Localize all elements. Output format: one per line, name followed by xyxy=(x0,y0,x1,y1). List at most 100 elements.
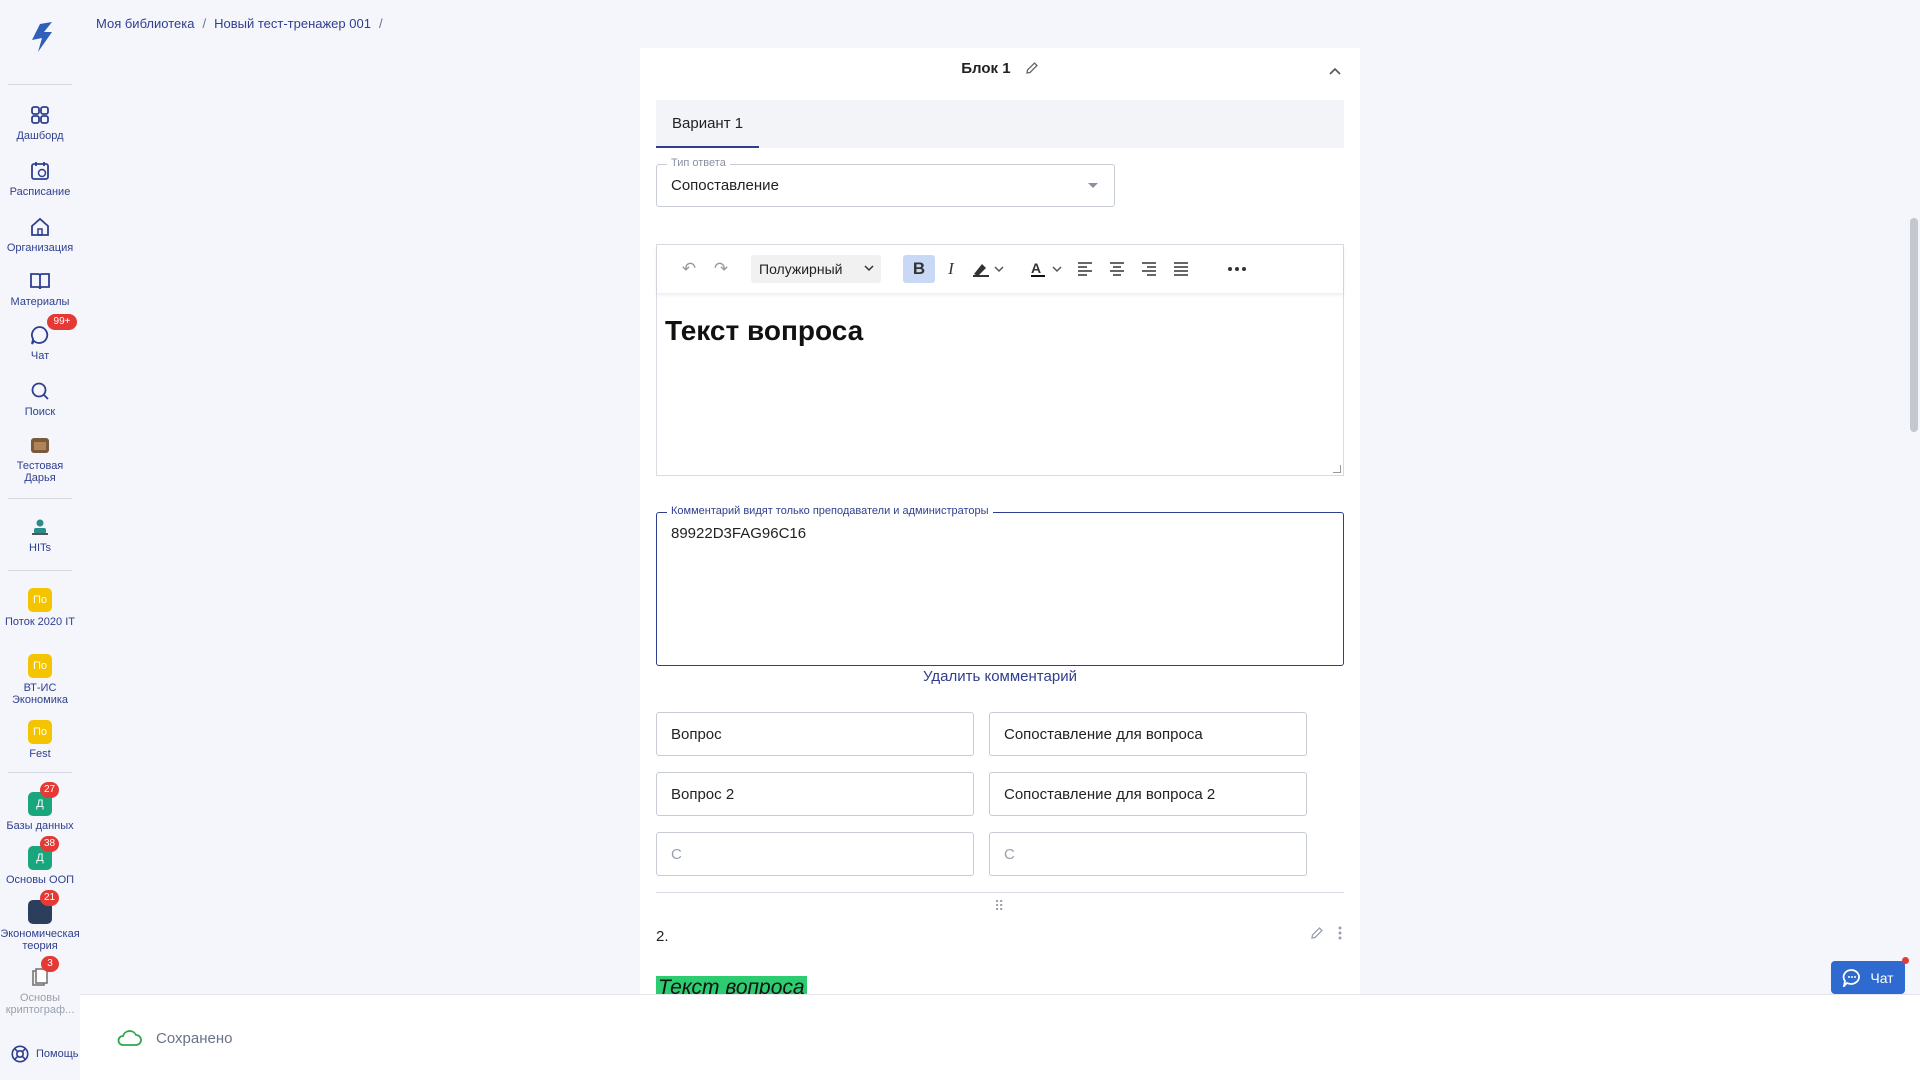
sidebar-divider xyxy=(8,570,72,571)
match-question-input[interactable]: С xyxy=(656,832,974,876)
collapse-chevron-up-icon[interactable] xyxy=(1328,64,1342,82)
search-icon xyxy=(29,380,51,402)
cloud-icon xyxy=(117,1030,142,1046)
calendar-clock-icon xyxy=(29,160,51,182)
sidebar: Дашборд Расписание Организация Материалы… xyxy=(0,0,80,1080)
match-answer-input[interactable]: Сопоставление для вопроса 2 xyxy=(989,772,1307,816)
match-answer-input[interactable]: С xyxy=(989,832,1307,876)
chat-unread-badge: 99+ xyxy=(47,314,77,330)
block-card: Блок 1 Вариант 1 Тип ответа Сопоставлени… xyxy=(640,48,1360,998)
unread-badge: 27 xyxy=(40,782,60,798)
match-question-input[interactable]: Вопрос xyxy=(656,712,974,756)
chevron-down-icon xyxy=(863,261,875,277)
tab-variant-1[interactable]: Вариант 1 xyxy=(656,100,760,148)
sidebar-divider xyxy=(8,498,72,499)
pencil-icon[interactable] xyxy=(1310,926,1324,945)
comment-value: 89922D3FAG96C16 xyxy=(671,525,807,542)
sidebar-item-crypto[interactable]: 3 Основы криптограф... xyxy=(0,956,80,1016)
chat-button[interactable]: Чат xyxy=(1831,957,1909,994)
pencil-icon[interactable] xyxy=(1025,61,1039,79)
sidebar-item-label: Дашборд xyxy=(16,130,64,142)
undo-icon[interactable]: ↶ xyxy=(673,255,705,283)
avatar xyxy=(29,434,51,456)
sidebar-item-label: HITs xyxy=(29,542,51,554)
bold-icon[interactable]: B xyxy=(903,255,935,283)
breadcrumb-item-library[interactable]: Моя библиотека xyxy=(96,16,194,31)
more-horizontal-icon[interactable] xyxy=(1221,255,1253,283)
format-select[interactable]: Полужирный xyxy=(751,255,881,283)
course-avatar: По xyxy=(28,720,52,744)
sidebar-item-databases[interactable]: Д 27 Базы данных xyxy=(0,782,80,832)
sidebar-item-vt-is[interactable]: По ВТ-ИС Экономика xyxy=(0,654,80,706)
match-question-input[interactable]: Вопрос 2 xyxy=(656,772,974,816)
sidebar-item-test-darya[interactable]: Тестовая Дарья xyxy=(0,434,80,484)
sidebar-item-stream-2020[interactable]: По Поток 2020 IT xyxy=(0,588,80,628)
resize-handle-icon[interactable] xyxy=(1333,465,1341,473)
delete-comment-link[interactable]: Удалить комментарий xyxy=(656,668,1344,685)
align-justify-icon[interactable] xyxy=(1165,255,1197,283)
person-at-desk-icon xyxy=(29,516,51,538)
sidebar-item-economics[interactable]: 21 Экономическая теория xyxy=(0,890,80,952)
breadcrumb-item-test[interactable]: Новый тест-тренажер 001 xyxy=(214,16,371,31)
save-status-text: Сохранено xyxy=(156,1029,233,1047)
block-title-text: Блок 1 xyxy=(961,60,1011,77)
drag-handle-icon[interactable]: ⠿ xyxy=(994,898,1004,915)
sidebar-item-search[interactable]: Поиск xyxy=(0,380,80,418)
question-divider xyxy=(656,892,1344,893)
text-color-icon[interactable]: A xyxy=(1025,255,1069,283)
sidebar-item-dashboard[interactable]: Дашборд xyxy=(0,104,80,142)
chat-button-label: Чат xyxy=(1870,969,1894,986)
more-vertical-icon[interactable] xyxy=(1338,926,1342,945)
app-logo-icon[interactable] xyxy=(22,18,58,56)
align-left-icon[interactable] xyxy=(1069,255,1101,283)
redo-icon[interactable]: ↷ xyxy=(705,255,737,283)
sidebar-item-fest[interactable]: По Fest xyxy=(0,720,80,760)
footer-bar: Сохранено xyxy=(80,994,1920,1080)
editor-toolbar: ↶ ↷ Полужирный B I A xyxy=(657,245,1343,293)
sidebar-item-materials[interactable]: Материалы xyxy=(0,270,80,308)
question-rich-text-editor[interactable]: ↶ ↷ Полужирный B I A Текст вопроса xyxy=(656,244,1344,476)
course-avatar-wrap: 3 xyxy=(29,956,59,988)
book-icon xyxy=(29,270,51,292)
comment-label: Комментарий видят только преподаватели и… xyxy=(667,505,993,517)
course-avatar: По xyxy=(28,588,52,612)
unread-badge: 21 xyxy=(40,890,60,906)
chat-bubble-icon: 99+ xyxy=(29,314,77,346)
italic-icon[interactable]: I xyxy=(935,255,967,283)
sidebar-item-label: Поток 2020 IT xyxy=(5,616,75,628)
match-answer-input[interactable]: Сопоставление для вопроса xyxy=(989,712,1307,756)
sidebar-item-hits[interactable]: HITs xyxy=(0,516,80,554)
sidebar-item-chat[interactable]: 99+ Чат xyxy=(0,314,80,362)
question-actions xyxy=(1310,926,1342,945)
dashboard-icon xyxy=(29,104,51,126)
scrollbar-thumb[interactable] xyxy=(1910,218,1918,432)
answer-type-label: Тип ответа xyxy=(667,157,730,169)
question-number: 2. xyxy=(656,928,669,945)
course-avatar-wrap: Д 38 xyxy=(28,836,60,870)
notification-dot xyxy=(1902,957,1909,964)
save-status: Сохранено xyxy=(116,1029,232,1047)
sidebar-item-label: Основы криптограф... xyxy=(5,992,75,1016)
sidebar-item-label: Чат xyxy=(30,350,50,362)
sidebar-item-organization[interactable]: Организация xyxy=(0,216,80,254)
breadcrumb-separator: / xyxy=(202,16,207,31)
sidebar-item-schedule[interactable]: Расписание xyxy=(0,160,80,198)
question-text[interactable]: Текст вопроса xyxy=(665,315,863,347)
dropdown-arrow-icon xyxy=(1088,183,1098,188)
unread-badge: 38 xyxy=(40,836,60,852)
help-label: Помощь xyxy=(36,1048,79,1060)
format-select-value: Полужирный xyxy=(759,261,843,277)
answer-type-select[interactable]: Тип ответа Сопоставление xyxy=(656,157,1115,207)
sidebar-item-label: Базы данных xyxy=(6,820,74,832)
align-center-icon[interactable] xyxy=(1101,255,1133,283)
sidebar-item-label: Поиск xyxy=(24,406,56,418)
align-right-icon[interactable] xyxy=(1133,255,1165,283)
help-button[interactable]: Помощь xyxy=(10,1044,79,1064)
highlight-color-icon[interactable] xyxy=(967,255,1011,283)
answer-type-value: Сопоставление xyxy=(671,177,779,194)
home-icon xyxy=(29,216,51,238)
sidebar-item-oop[interactable]: Д 38 Основы ООП xyxy=(0,836,80,886)
comment-textarea[interactable]: Комментарий видят только преподаватели и… xyxy=(656,505,1344,666)
sidebar-divider xyxy=(8,772,72,773)
variant-tabs: Вариант 1 xyxy=(656,100,1344,148)
